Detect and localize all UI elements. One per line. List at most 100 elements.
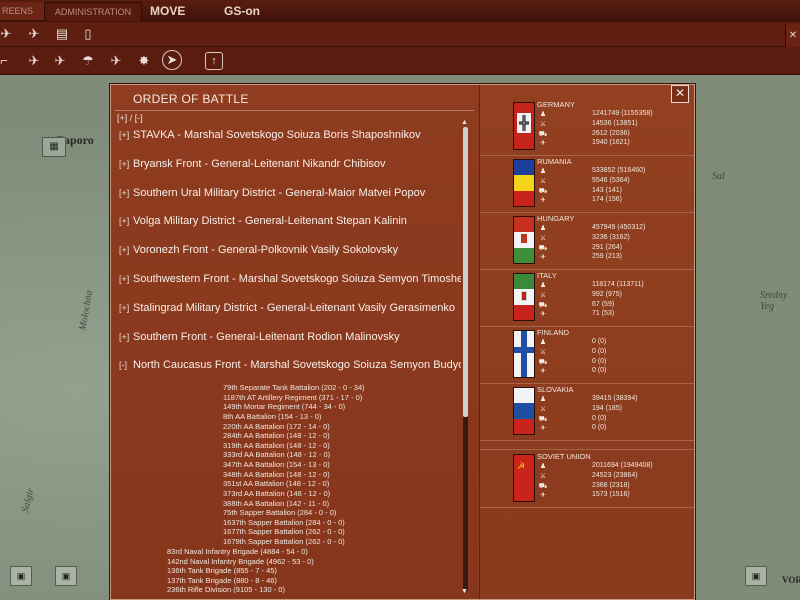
map-city-label: VOR	[782, 575, 800, 585]
nation-stat-value: 457949 (450312)	[592, 224, 646, 231]
tab-administration[interactable]: ADMINISTRATION	[44, 2, 142, 21]
oob-unit-row[interactable]: 348th AA Battalion (148 - 12 - 0)	[223, 470, 330, 479]
arrow-icon[interactable]: ➤	[162, 50, 182, 70]
oob-front-row[interactable]: [+] Volga Military District - General-Lei…	[119, 215, 461, 227]
guns-icon: ⚔	[539, 348, 547, 356]
oob-unit-row[interactable]: 149th Mortar Regiment (744 - 34 - 0)	[223, 402, 345, 411]
oob-unit-row[interactable]: 8th AA Battalion (154 - 13 - 0)	[223, 412, 321, 421]
oob-unit-row[interactable]: 75th Sapper Battalion (284 - 0 - 0)	[223, 508, 336, 517]
nation-stat-value: 2368 (2318)	[592, 481, 630, 489]
unit-counter-icon[interactable]: ▣	[10, 566, 32, 586]
guns-icon: ⚔	[539, 177, 547, 185]
tab-move[interactable]: MOVE	[150, 2, 185, 20]
unit-counter-icon[interactable]: ▣	[55, 566, 77, 586]
oob-panel: ORDER OF BATTLE [+] / [-] ▲ ▼ [+] STAVKA …	[111, 85, 478, 599]
guns-icon: ⚔	[539, 472, 547, 480]
oob-unit-row[interactable]: 333rd AA Battalion (148 - 12 - 0)	[223, 450, 330, 459]
oob-front-row[interactable]: [+] Bryansk Front - General-Leitenant Nik…	[119, 158, 461, 170]
aircraft-icon: ✈	[540, 197, 546, 205]
nation-stat-afv: ⛟ 0 (0)	[538, 358, 607, 367]
expand-collapse-all[interactable]: [+] / [-]	[117, 113, 143, 123]
nation-stat-value: 1573 (1516)	[592, 491, 630, 499]
upload-icon[interactable]: ↑	[205, 52, 223, 70]
scrollbar-thumb[interactable]	[463, 127, 468, 417]
oob-unit-row[interactable]: 1679th Sapper Battalion (262 - 0 - 0)	[223, 537, 345, 546]
oob-unit-row[interactable]: 284th AA Battalion (148 - 12 - 0)	[223, 431, 330, 440]
rumania-flag-icon	[513, 159, 535, 207]
plane-drop-icon[interactable]: ✈	[50, 51, 70, 71]
nation-stat-value: 5546 (5364)	[592, 176, 630, 184]
oob-front-row[interactable]: [+] Southern Front - General-Leitenant Ro…	[119, 331, 461, 343]
order-of-battle-dialog: ORDER OF BATTLE [+] / [-] ▲ ▼ [+] STAVKA …	[110, 84, 695, 600]
nation-stat-men: ♟ 39415 (38394)	[538, 395, 638, 403]
tank-icon: ⛟	[538, 130, 548, 138]
oob-unit-row[interactable]: 373rd AA Battalion (148 - 12 - 0)	[223, 489, 330, 498]
paratrooper-icon[interactable]: ✈	[24, 51, 44, 71]
dialog-title: ORDER OF BATTLE	[133, 92, 249, 106]
fuel-icon[interactable]: ▤	[52, 24, 72, 44]
unit-counter-icon[interactable]: ▣	[745, 566, 767, 586]
expand-toggle[interactable]: [+]	[119, 332, 133, 342]
balloon-icon[interactable]: ☂	[78, 51, 98, 71]
oob-unit-row[interactable]: 1677th Sapper Battalion (262 - 0 - 0)	[223, 527, 345, 536]
landing-icon[interactable]: ⌐	[0, 51, 14, 71]
oob-front-row[interactable]: [+] Stalingrad Military District - Genera…	[119, 302, 461, 314]
tank-icon: ⛟	[538, 358, 548, 366]
oob-unit-row[interactable]: 83rd Naval Infantry Brigade (4884 - 54 -…	[167, 547, 308, 556]
oob-unit-row[interactable]: 142nd Naval Infantry Brigade (4962 - 53 …	[167, 557, 314, 566]
nation-row-italy: ITALY ♟ 118174 (113711) ⚔ 992 (975) ⛟ 67 (59) ✈…	[480, 269, 694, 327]
toolbar-row-2: ⌐ ✈ ✈ ☂ ✈ ✸ ➤ ↑	[0, 47, 800, 75]
oob-unit-row[interactable]: 136th Tank Brigade (855 - 7 - 45)	[167, 566, 277, 575]
scroll-down-arrow-icon[interactable]: ▼	[461, 588, 468, 595]
nation-stat-guns: ⚔ 14536 (13851)	[538, 120, 638, 128]
oob-unit-row[interactable]: 388th AA Battalion (142 - 11 - 0)	[223, 499, 329, 508]
scroll-up-arrow-icon[interactable]: ▲	[461, 119, 468, 126]
tank-icon: ⛟	[538, 301, 548, 309]
oob-unit-row[interactable]: 236th Rifle Division (9105 - 130 - 0)	[167, 585, 285, 594]
oob-front-label: Stalingrad Military District - General-L…	[133, 301, 455, 314]
expand-toggle[interactable]: [+]	[119, 188, 133, 198]
oob-unit-row[interactable]: 137th Tank Brigade (880 - 8 - 46)	[167, 576, 277, 585]
nation-stat-value: 1940 (1621)	[592, 139, 630, 147]
tank-icon: ⛟	[538, 187, 548, 195]
oob-unit-row[interactable]: 1187th AT Artillery Regiment (371 - 17 -…	[223, 393, 362, 402]
expand-toggle[interactable]: [+]	[119, 245, 133, 255]
expand-toggle[interactable]: [-]	[119, 360, 133, 370]
nations-summary-panel: ✕ GERMANY ♟ 1241749 (1155358) ⚔ 14536 (13851…	[479, 85, 694, 599]
tab-screens[interactable]: REENS	[0, 2, 47, 20]
oob-unit-row[interactable]: 351st AA Battalion (148 - 12 - 0)	[223, 479, 329, 488]
oob-unit-row[interactable]: 220th AA Battalion (172 - 14 - 0)	[223, 422, 330, 431]
divider	[115, 110, 474, 111]
oob-front-row[interactable]: [+] Southwestern Front - Marshal Sovetsko…	[119, 273, 461, 285]
expand-toggle[interactable]: [+]	[119, 303, 133, 313]
oob-front-row[interactable]: [+] STAVKA - Marshal Sovetskogo Soiuza Bo…	[119, 129, 461, 141]
city-icon[interactable]: ▦	[42, 137, 66, 157]
oob-front-row[interactable]: [+] Southern Ural Military District - Gen…	[119, 187, 461, 199]
expand-toggle[interactable]: [+]	[119, 274, 133, 284]
italy-flag-icon	[513, 273, 535, 321]
expand-toggle[interactable]: [+]	[119, 216, 133, 226]
nation-stat-aircraft: ✈ 174 (156)	[538, 196, 622, 205]
close-icon: ✕	[788, 30, 798, 41]
burst-icon[interactable]: ✸	[134, 51, 154, 71]
tab-gs[interactable]: GS-on	[224, 2, 260, 20]
airplane-icon[interactable]: ✈	[0, 24, 16, 44]
nation-name: GERMANY	[537, 100, 575, 109]
expand-toggle[interactable]: [+]	[119, 159, 133, 169]
oob-unit-row[interactable]: 319th AA Battalion (148 - 12 - 0)	[223, 441, 330, 450]
expand-toggle[interactable]: [+]	[119, 130, 133, 140]
oob-unit-row[interactable]: 1637th Sapper Battalion (284 - 0 - 0)	[223, 518, 345, 527]
oob-front-row[interactable]: [+] Voronezh Front - General-Polkovnik Va…	[119, 244, 461, 256]
bomber-icon[interactable]: ✈	[24, 24, 44, 44]
nation-stat-value: 194 (185)	[592, 404, 622, 412]
tablet-icon[interactable]: ▯	[78, 24, 98, 44]
nation-stat-afv: ⛟ 0 (0)	[538, 415, 607, 424]
oob-unit-row[interactable]: 347th AA Battalion (154 - 13 - 0)	[223, 460, 330, 469]
fighter-icon[interactable]: ✈	[106, 51, 126, 71]
oob-unit-row[interactable]: 79th Separate Tank Battalion (202 - 0 - …	[223, 383, 365, 392]
nation-stat-afv: ⛟ 143 (141)	[538, 187, 622, 196]
germany-flag-icon	[513, 102, 535, 150]
oob-front-row[interactable]: [-] North Caucasus Front - Marshal Sovets…	[119, 359, 461, 371]
nation-name: HUNGARY	[537, 214, 575, 223]
nation-stat-aircraft: ✈ 1940 (1621)	[538, 139, 630, 147]
